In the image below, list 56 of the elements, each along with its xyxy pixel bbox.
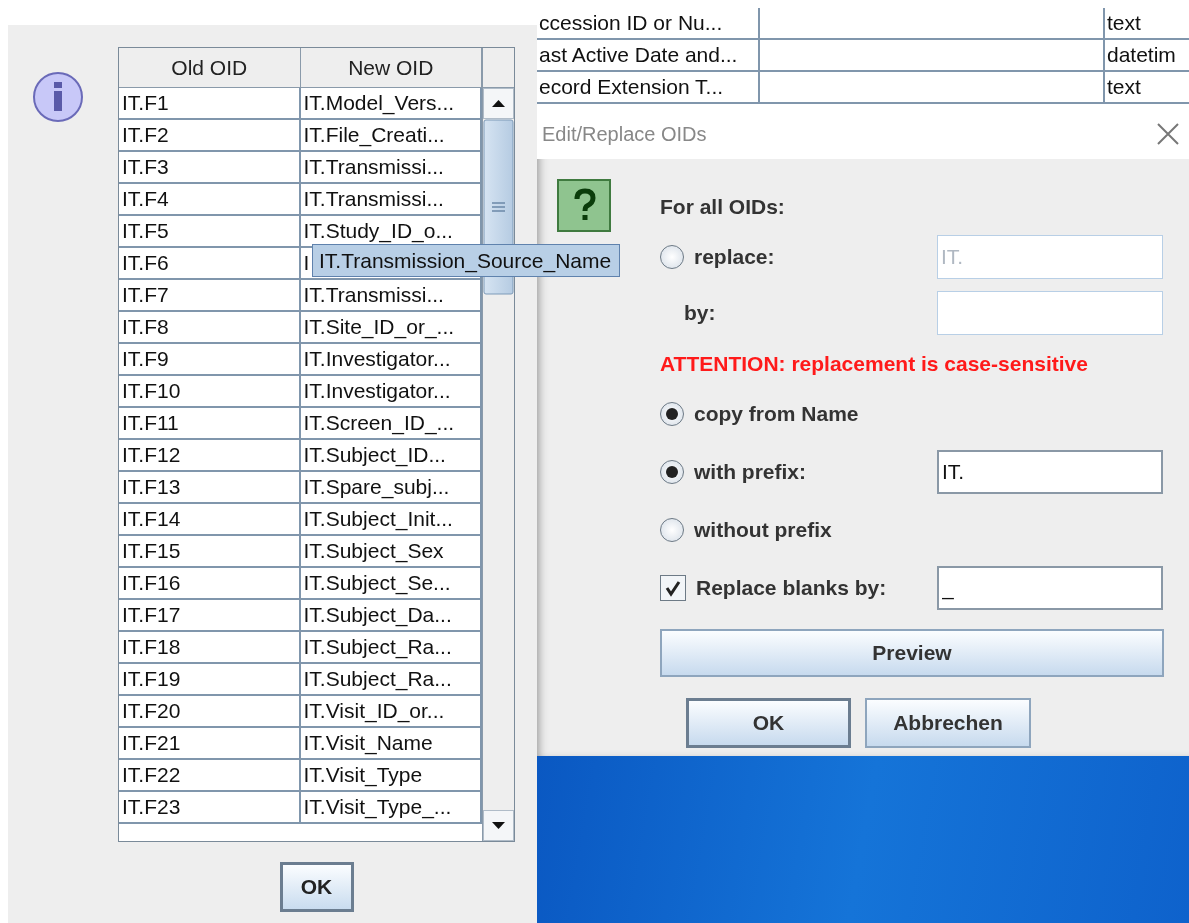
- table-cell: IT.F14: [119, 504, 301, 534]
- table-cell: datetim: [1105, 40, 1189, 70]
- table-cell: IT.F18: [119, 632, 301, 662]
- table-cell: IT.F4: [119, 184, 301, 214]
- table-cell: IT.F15: [119, 536, 301, 566]
- table-cell: IT.F10: [119, 376, 301, 406]
- ok-button[interactable]: OK: [279, 862, 354, 912]
- table-cell: IT.F9: [119, 344, 301, 374]
- table-cell: IT.F21: [119, 728, 301, 758]
- ok-button[interactable]: OK: [686, 698, 851, 748]
- radio-button[interactable]: [660, 518, 684, 542]
- table-cell: ast Active Date and...: [537, 40, 760, 70]
- table-cell: IT.F7: [119, 280, 301, 310]
- table-cell: ccession ID or Nu...: [537, 8, 760, 38]
- window-title: Edit/Replace OIDs: [542, 122, 707, 146]
- tooltip: IT.Transmission_Source_Name: [312, 244, 621, 277]
- section-heading: For all OIDs:: [660, 194, 786, 220]
- table-cell: text: [1105, 8, 1189, 38]
- table-cell: IT.F13: [119, 472, 301, 502]
- table-cell: IT.F11: [119, 408, 301, 438]
- table-cell: IT.F23: [119, 792, 301, 822]
- radio-label: replace:: [694, 245, 775, 269]
- help-icon: [557, 179, 612, 233]
- table-cell: IT.F5: [119, 216, 301, 246]
- radio-label: copy from Name: [694, 402, 859, 426]
- close-icon[interactable]: [1157, 123, 1179, 145]
- text-field[interactable]: [937, 291, 1163, 335]
- table-cell: IT.F20: [119, 696, 301, 726]
- radio-button[interactable]: [660, 460, 684, 484]
- radio-label: without prefix: [694, 518, 832, 542]
- table-cell: IT.F22: [119, 760, 301, 790]
- warning-text: ATTENTION: replacement is case-sensitive: [660, 351, 1089, 377]
- table-cell: IT.F2: [119, 120, 301, 150]
- table-cell: IT.F3: [119, 152, 301, 182]
- checkbox[interactable]: [660, 575, 686, 601]
- field-label: by:: [684, 301, 716, 325]
- table-cell: IT.F19: [119, 664, 301, 694]
- text-field[interactable]: _: [937, 566, 1163, 610]
- table-cell: IT.F16: [119, 568, 301, 598]
- radio-button[interactable]: [660, 402, 684, 426]
- text-field[interactable]: IT.: [937, 450, 1163, 494]
- info-icon: [32, 71, 86, 125]
- radio-label: with prefix:: [694, 460, 806, 484]
- checkbox-label: Replace blanks by:: [696, 576, 887, 600]
- table-cell: ecord Extension T...: [537, 72, 760, 102]
- table-cell: IT.F1: [119, 88, 301, 118]
- preview-button[interactable]: Preview: [660, 629, 1164, 677]
- scroll-up-icon[interactable]: [483, 88, 514, 119]
- table-cell: IT.F8: [119, 312, 301, 342]
- table-cell: IT.F12: [119, 440, 301, 470]
- table-cell: IT.F6: [119, 248, 301, 278]
- table-cell: text: [1105, 72, 1189, 102]
- cancel-button[interactable]: Abbrechen: [865, 698, 1031, 748]
- column-header[interactable]: Old OID: [119, 48, 301, 87]
- table-cell: IT.F17: [119, 600, 301, 630]
- scroll-down-icon[interactable]: [483, 810, 514, 841]
